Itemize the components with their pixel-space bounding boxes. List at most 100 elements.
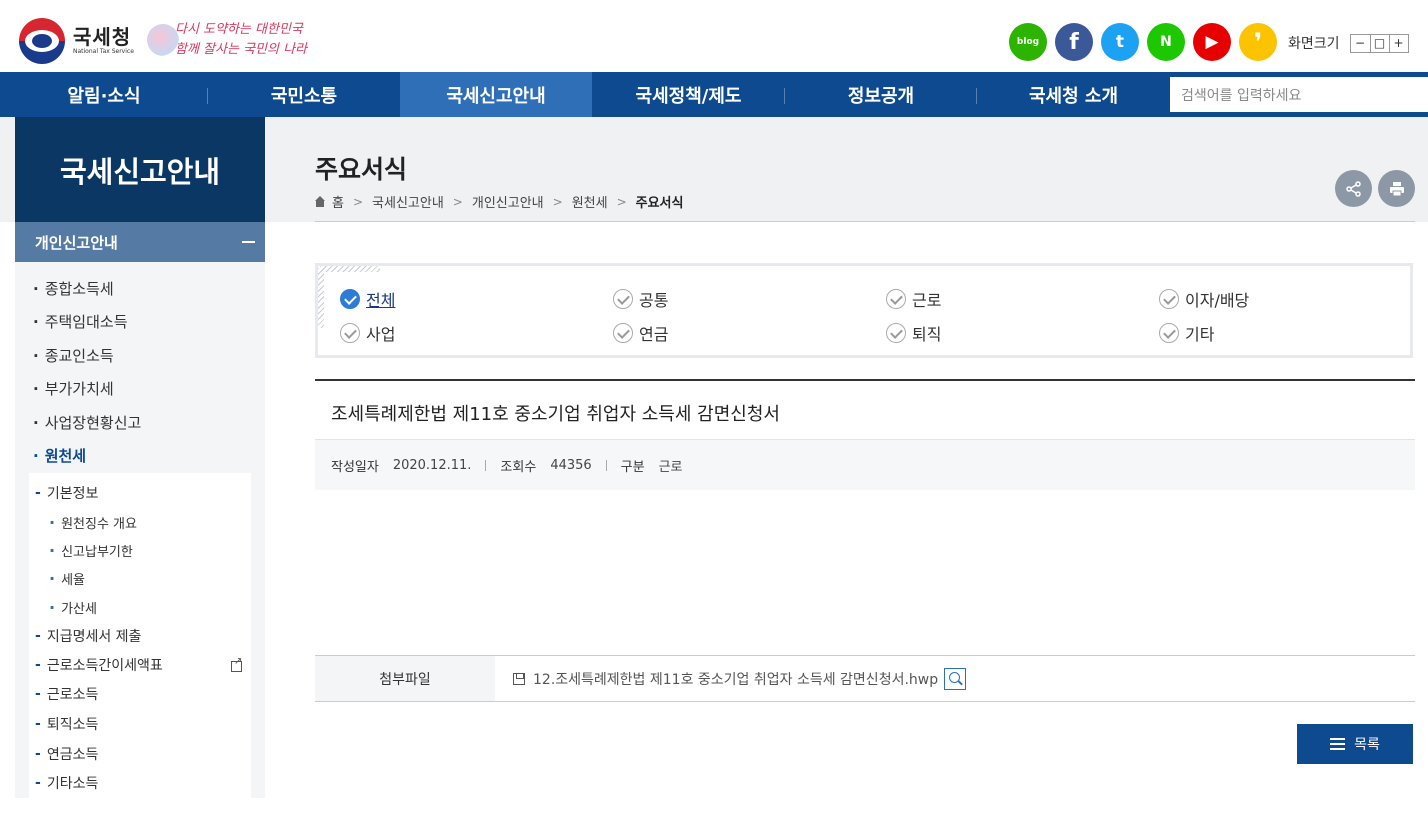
sidebar-section-label: 개인신고안내: [35, 233, 118, 252]
slogan-banner: 다시 도약하는 대한민국 함께 잘사는 국민의 나라: [147, 18, 307, 60]
gnb-policy[interactable]: 국세정책/제도: [592, 72, 785, 117]
sidebar-item-income-tax[interactable]: 종합소득세: [33, 278, 114, 299]
facebook-icon[interactable]: f: [1055, 23, 1093, 61]
home-icon[interactable]: [314, 196, 326, 207]
views-value: 44356: [550, 457, 592, 473]
category-filter: 전체 공통 근로 이자/배당 사업 연금 퇴직 기타: [315, 263, 1413, 358]
check-circle-icon: [340, 323, 360, 343]
check-circle-icon: [886, 289, 906, 309]
list-button[interactable]: 목록: [1297, 724, 1413, 764]
article-meta: 작성일자 2020.12.11. 조회수 44356 구분 근로: [315, 439, 1415, 490]
category-label: 사업: [366, 325, 396, 344]
category-earned[interactable]: 근로: [886, 287, 941, 311]
twitter-icon[interactable]: t: [1101, 23, 1139, 61]
breadcrumb-current: 주요서식: [635, 196, 684, 211]
submenu-simplified-tax-table[interactable]: 근로소득간이세액표: [35, 655, 163, 675]
views-label: 조회수: [500, 459, 537, 475]
submenu-payment-statement[interactable]: 지급명세서 제출: [35, 626, 142, 646]
title-divider: [315, 221, 1415, 222]
category-pension[interactable]: 연금: [613, 321, 668, 345]
collapse-icon[interactable]: [242, 241, 255, 243]
gnb-tax-filing[interactable]: 국세신고안내: [400, 72, 592, 117]
submenu-penalty-tax[interactable]: 가산세: [49, 598, 97, 617]
gnb-about[interactable]: 국세청 소개: [977, 72, 1170, 117]
file-icon: [513, 672, 525, 685]
nts-logo[interactable]: 국세청 National Tax Service: [19, 18, 134, 64]
gnb-disclosure[interactable]: 정보공개: [785, 72, 977, 117]
external-link-icon[interactable]: [231, 656, 242, 672]
attachment-label: 첨부파일: [315, 656, 495, 701]
gnb-news[interactable]: 알림·소식: [0, 72, 208, 117]
corner-decoration: [318, 268, 324, 328]
corner-decoration: [320, 266, 380, 272]
kakao-story-icon[interactable]: ❜: [1239, 23, 1277, 61]
font-reset-button[interactable]: □: [1369, 34, 1389, 52]
share-icon: [1345, 180, 1361, 197]
breadcrumb-home[interactable]: 홈: [332, 192, 344, 211]
search-input[interactable]: 검색어를 입력하세요: [1170, 77, 1428, 112]
sidebar-item-religious-income[interactable]: 종교인소득: [33, 345, 114, 366]
sidebar-item-withholding[interactable]: 원천세: [33, 445, 86, 466]
sidebar-item-business-report[interactable]: 사업장현황신고: [33, 412, 142, 433]
type-value: 근로: [658, 459, 683, 475]
category-label: 전체: [366, 291, 396, 310]
submenu-earned-income[interactable]: 근로소득: [35, 684, 99, 704]
article-top-border: [315, 379, 1415, 381]
category-common[interactable]: 공통: [613, 287, 668, 311]
sns-links: blog f t N ▶ ❜: [1009, 23, 1285, 61]
sidebar-item-vat[interactable]: 부가가치세: [33, 378, 114, 399]
submenu-filing-deadline[interactable]: 신고납부기한: [49, 541, 133, 560]
meta-divider: [485, 459, 487, 471]
share-button[interactable]: [1335, 170, 1372, 207]
sidebar-submenu: 기본정보 원천징수 개요 신고납부기한 세율 가산세 지급명세서 제출 근로소득…: [29, 473, 251, 813]
chevron-right-icon: >: [452, 194, 463, 209]
meta-divider: [605, 459, 607, 471]
check-circle-icon: [340, 289, 360, 309]
category-label: 이자/배당: [1185, 291, 1250, 310]
date-value: 2020.12.11.: [392, 457, 472, 473]
blog-icon[interactable]: blog: [1009, 23, 1047, 61]
list-button-label: 목록: [1354, 737, 1380, 753]
submenu-pension-income[interactable]: 연금소득: [35, 744, 99, 764]
submenu-other-income[interactable]: 기타소득: [35, 773, 99, 793]
taegeuk-logo-icon: [19, 18, 65, 64]
category-label: 기타: [1185, 325, 1215, 344]
attachment-link[interactable]: 12.조세특례제한법 제11호 중소기업 취업자 소득세 감면신청서.hwp: [533, 669, 938, 689]
submenu-tax-rate[interactable]: 세율: [49, 569, 85, 588]
breadcrumb-withholding[interactable]: 원천세: [572, 192, 608, 211]
category-business[interactable]: 사업: [340, 321, 395, 345]
category-other[interactable]: 기타: [1159, 321, 1214, 345]
category-label: 공통: [639, 291, 669, 310]
youtube-icon[interactable]: ▶: [1193, 23, 1231, 61]
check-circle-icon: [1159, 323, 1179, 343]
logo-title: 국세청: [73, 25, 132, 49]
article-title: 조세특례제한법 제11호 중소기업 취업자 소득세 감면신청서: [331, 404, 780, 425]
preview-search-icon[interactable]: [944, 667, 967, 690]
print-button[interactable]: [1378, 170, 1415, 207]
category-label: 연금: [639, 325, 669, 344]
category-all[interactable]: 전체: [340, 287, 395, 311]
chevron-right-icon: >: [352, 194, 364, 209]
breadcrumb-personal[interactable]: 개인신고안내: [472, 192, 544, 211]
gnb-communication[interactable]: 국민소통: [208, 72, 400, 117]
chevron-right-icon: >: [552, 194, 563, 209]
submenu-basic-info[interactable]: 기본정보: [35, 483, 99, 503]
category-label: 근로: [912, 291, 942, 310]
check-circle-icon: [613, 323, 633, 343]
submenu-withholding-overview[interactable]: 원천징수 개요: [49, 513, 137, 532]
sidebar-section-header[interactable]: 개인신고안내: [15, 222, 265, 262]
font-decrease-button[interactable]: −: [1351, 35, 1370, 52]
type-label: 구분: [620, 459, 645, 475]
category-retirement[interactable]: 퇴직: [886, 321, 941, 345]
category-interest-dividend[interactable]: 이자/배당: [1159, 287, 1249, 311]
naver-post-icon[interactable]: N: [1147, 23, 1185, 61]
font-size-label: 화면크기: [1288, 36, 1340, 52]
check-circle-icon: [613, 289, 633, 309]
attachment-row: 첨부파일 12.조세특례제한법 제11호 중소기업 취업자 소득세 감면신청서.…: [315, 655, 1415, 702]
font-increase-button[interactable]: +: [1388, 34, 1408, 52]
logo-subtitle: National Tax Service: [73, 48, 134, 55]
breadcrumb-tax-filing[interactable]: 국세신고안내: [372, 192, 444, 211]
submenu-retirement-income[interactable]: 퇴직소득: [35, 714, 99, 734]
sidebar-menu: 종합소득세 주택임대소득 종교인소득 부가가치세 사업장현황신고 원천세 기본정…: [15, 262, 265, 813]
sidebar-item-rental-income[interactable]: 주택임대소득: [33, 311, 128, 332]
